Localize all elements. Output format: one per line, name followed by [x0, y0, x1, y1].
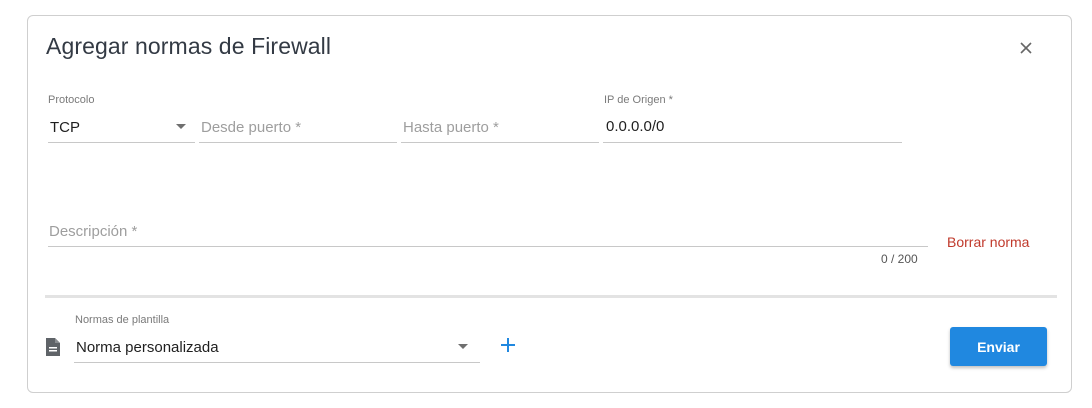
dialog-title: Agregar normas de Firewall	[46, 33, 332, 59]
from-port-placeholder: Desde puerto *	[201, 119, 302, 136]
template-rules-label: Normas de plantilla	[75, 314, 170, 326]
protocol-underline	[48, 142, 195, 143]
submit-button[interactable]: Enviar	[950, 327, 1047, 366]
chevron-down-icon	[176, 124, 186, 129]
to-port-placeholder: Hasta puerto *	[403, 119, 499, 136]
protocol-value: TCP	[50, 119, 80, 136]
add-template-rule-button[interactable]	[499, 336, 517, 354]
from-port-underline	[199, 142, 397, 143]
delete-rule-button[interactable]: Borrar norma	[947, 234, 1029, 250]
template-rules-value: Norma personalizada	[76, 339, 219, 356]
close-icon[interactable]	[1016, 38, 1036, 58]
description-underline	[48, 246, 928, 247]
description-placeholder: Descripción *	[49, 223, 138, 240]
source-ip-value: 0.0.0.0/0	[606, 118, 665, 135]
chevron-down-icon	[458, 344, 468, 349]
to-port-underline	[401, 142, 599, 143]
source-ip-label: IP de Origen *	[604, 94, 673, 106]
source-ip-underline	[603, 142, 902, 143]
template-rules-underline	[74, 362, 480, 363]
protocol-label: Protocolo	[48, 94, 95, 106]
add-firewall-rules-dialog: Agregar normas de Firewall Protocolo TCP…	[27, 15, 1072, 393]
description-char-counter: 0 / 200	[881, 252, 918, 266]
section-divider	[45, 295, 1057, 298]
document-icon	[45, 337, 61, 357]
plus-icon	[501, 338, 515, 352]
